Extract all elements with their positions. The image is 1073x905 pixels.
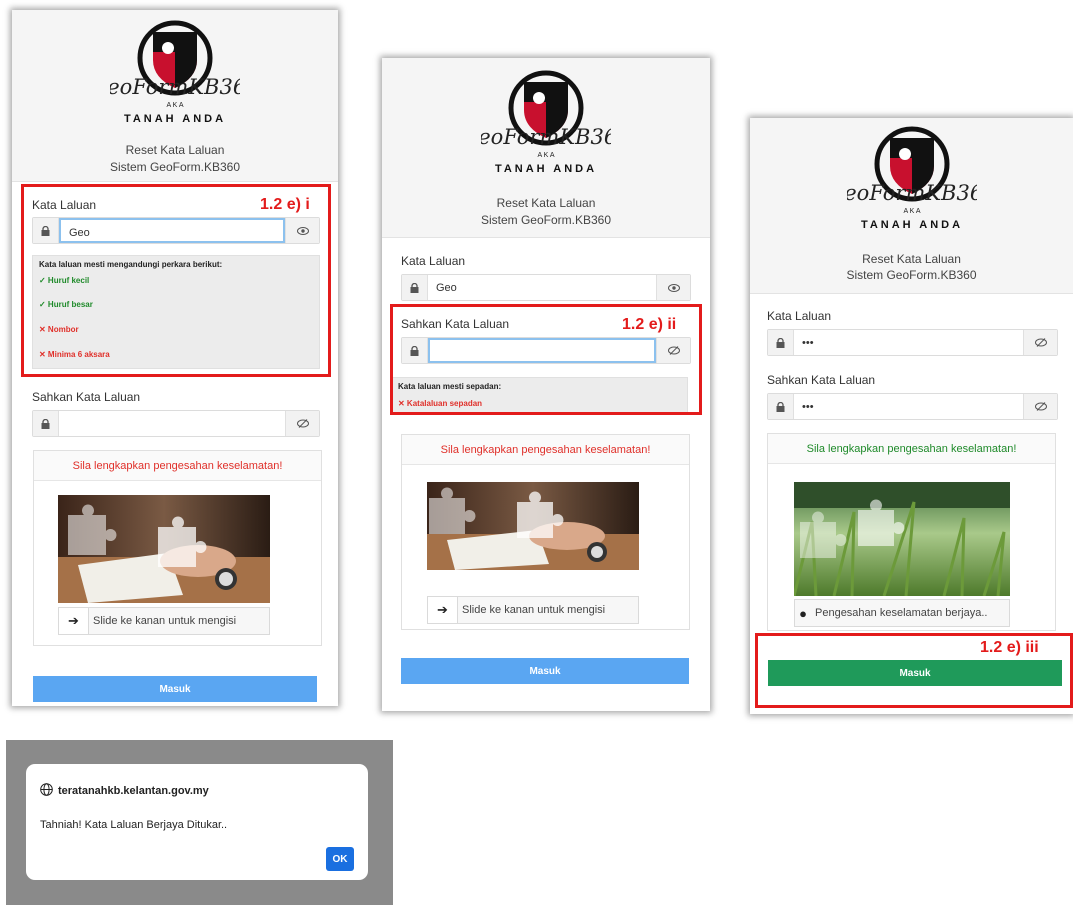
logo: GeoFormKB360 A K A TANAH ANDA [481,70,611,182]
lock-icon [33,411,59,436]
alert-dialog: teratanahkb.kelantan.gov.my Tahniah! Kat… [26,764,368,880]
lock-icon [402,275,428,300]
eye-slash-icon[interactable] [1023,394,1057,419]
captcha-box: Sila lengkapkan pengesahan keselamatan! … [33,450,322,646]
eye-slash-icon[interactable] [285,411,319,436]
logo-script: GeoFormKB360 [110,75,240,99]
captcha-title: Sila lengkapkan pengesahan keselamatan! [34,451,321,481]
reset-panel-1: GeoFormKB360 A K A TANAH ANDA Reset Kata… [12,10,338,706]
page-title: Reset Kata Laluan [862,252,961,266]
password-input[interactable]: Geo [428,275,656,300]
alert-backdrop: teratanahkb.kelantan.gov.my Tahniah! Kat… [6,740,393,905]
eye-icon[interactable] [656,275,690,300]
page-subtitle: Sistem GeoForm.KB360 [846,268,977,282]
callout-label: 1.2 e) i [260,196,310,213]
logo-script: GeoFormKB360 [847,181,977,205]
logo-caption: TANAH ANDA [860,219,962,231]
captcha-slider[interactable]: ➔ Slide ke kanan untuk mengisi [58,607,270,635]
confirm-label: Sahkan Kata Laluan [767,373,876,387]
password-group: Geo [401,274,691,301]
captcha-box: Sila lengkapkan pengesahan keselamatan! … [401,434,690,630]
reset-panel-3: GeoFormKB360 A K A TANAH ANDA Reset Kata… [750,118,1073,714]
confirm-group [32,410,320,437]
confirm-label: Sahkan Kata Laluan [32,390,141,404]
arrow-right-icon[interactable]: ➔ [428,597,458,623]
dialog-message: Tahniah! Kata Laluan Berjaya Ditukar.. [40,819,228,831]
submit-button[interactable]: Masuk [33,676,317,702]
slider-text: Slide ke kanan untuk mengisi [462,604,606,616]
password-input[interactable]: ••• [794,330,1023,355]
slider-text: Slide ke kanan untuk mengisi [93,615,237,627]
lock-icon [768,394,794,419]
lock-icon [768,330,794,355]
confirm-input[interactable] [59,411,285,436]
reset-panel-2: GeoFormKB360 A K A TANAH ANDA Reset Kata… [382,58,710,711]
page-title: Reset Kata Laluan [496,196,596,210]
panel-header: GeoFormKB360 A K A TANAH ANDA Reset Kata… [750,118,1073,294]
captcha-image [427,482,639,570]
captcha-slider[interactable]: ➔ Slide ke kanan untuk mengisi [427,596,639,624]
slider-text: Pengesahan keselamatan berjaya.. [815,607,988,619]
arrow-right-icon: ● [799,605,807,621]
page-title: Reset Kata Laluan [125,143,225,157]
submit-button[interactable]: Masuk [401,658,689,684]
captcha-image [794,482,1010,596]
captcha-slider: ● Pengesahan keselamatan berjaya.. [794,599,1010,627]
logo-script: GeoFormKB360 [481,125,611,149]
captcha-image [58,495,270,603]
dialog-site: teratanahkb.kelantan.gov.my [40,783,209,799]
logo-small: A K A [903,208,920,215]
callout-label: 1.2 e) ii [622,316,677,333]
logo: GeoFormKB360 A K A TANAH ANDA [110,20,240,132]
captcha-title: Sila lengkapkan pengesahan keselamatan! [768,434,1055,464]
logo-caption: TANAH ANDA [495,163,597,175]
logo-small: A K A [166,102,183,109]
panel-header: GeoFormKB360 A K A TANAH ANDA Reset Kata… [382,58,710,238]
confirm-input[interactable]: ••• [794,394,1023,419]
arrow-right-icon[interactable]: ➔ [59,608,89,634]
callout-label: 1.2 e) iii [980,639,1039,656]
panel-header: GeoFormKB360 A K A TANAH ANDA Reset Kata… [12,10,338,182]
captcha-box: Sila lengkapkan pengesahan keselamatan! … [767,433,1056,631]
globe-icon [40,783,53,799]
page-subtitle: Sistem GeoForm.KB360 [109,160,241,174]
dialog-site-url: teratanahkb.kelantan.gov.my [58,785,209,797]
logo-small: A K A [537,152,554,159]
captcha-title: Sila lengkapkan pengesahan keselamatan! [402,435,689,465]
password-group: ••• [767,329,1058,356]
confirm-group: ••• [767,393,1058,420]
password-label: Kata Laluan [401,254,466,268]
eye-slash-icon[interactable] [1023,330,1057,355]
page-subtitle: Sistem GeoForm.KB360 [480,213,612,227]
logo-caption: TANAH ANDA [124,113,226,125]
password-label: Kata Laluan [767,309,832,323]
ok-button[interactable]: OK [326,847,354,871]
logo: GeoFormKB360 A K A TANAH ANDA [847,126,977,238]
